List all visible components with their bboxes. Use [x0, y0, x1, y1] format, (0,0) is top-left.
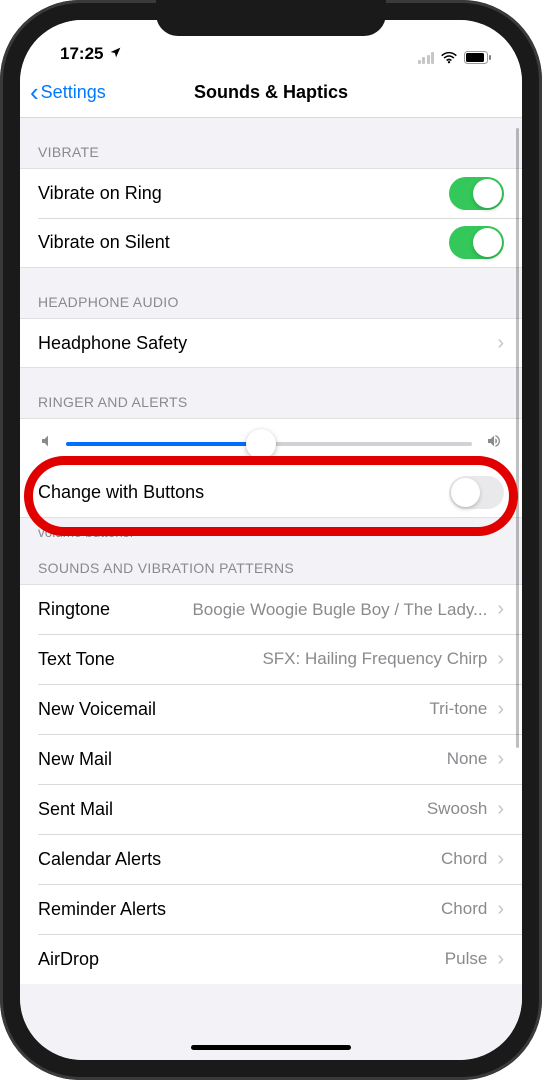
- reminder-alerts-label: Reminder Alerts: [38, 899, 166, 920]
- chevron-right-icon: ›: [497, 748, 504, 771]
- row-text-tone[interactable]: Text Tone SFX: Hailing Frequency Chirp ›: [20, 634, 522, 684]
- headphone-safety-label: Headphone Safety: [38, 333, 187, 354]
- speaker-high-icon: [484, 433, 504, 454]
- change-with-buttons-label: Change with Buttons: [38, 482, 204, 503]
- row-sent-mail[interactable]: Sent Mail Swoosh ›: [20, 784, 522, 834]
- vibrate-ring-label: Vibrate on Ring: [38, 183, 162, 204]
- page-title: Sounds & Haptics: [194, 82, 348, 103]
- row-vibrate-on-silent[interactable]: Vibrate on Silent: [20, 218, 522, 268]
- new-voicemail-value: Tri-tone: [156, 699, 487, 719]
- nav-header: ‹ Settings Sounds & Haptics: [20, 68, 522, 118]
- section-header-ringer: RINGER AND ALERTS: [20, 368, 522, 418]
- ringer-footer-note: volume buttons.: [20, 518, 522, 542]
- chevron-right-icon: ›: [497, 698, 504, 721]
- volume-slider[interactable]: [66, 442, 472, 446]
- row-new-mail[interactable]: New Mail None ›: [20, 734, 522, 784]
- chevron-right-icon: ›: [497, 798, 504, 821]
- notch: [156, 0, 386, 36]
- row-headphone-safety[interactable]: Headphone Safety ›: [20, 318, 522, 368]
- volume-slider-thumb[interactable]: [246, 429, 276, 459]
- airdrop-value: Pulse: [99, 949, 487, 969]
- cellular-signal-icon: [418, 52, 435, 64]
- calendar-alerts-label: Calendar Alerts: [38, 849, 161, 870]
- section-header-patterns: SOUNDS AND VIBRATION PATTERNS: [20, 542, 522, 584]
- row-change-with-buttons[interactable]: Change with Buttons: [20, 468, 522, 518]
- vibrate-ring-toggle[interactable]: [449, 177, 504, 210]
- speaker-low-icon: [38, 433, 54, 454]
- airdrop-label: AirDrop: [38, 949, 99, 970]
- status-time: 17:25: [60, 44, 103, 64]
- chevron-left-icon: ‹: [30, 79, 39, 105]
- chevron-right-icon: ›: [497, 898, 504, 921]
- vibrate-silent-toggle[interactable]: [449, 226, 504, 259]
- ringtone-label: Ringtone: [38, 599, 110, 620]
- battery-icon: [464, 51, 492, 64]
- chevron-right-icon: ›: [497, 598, 504, 621]
- screen: 17:25 ‹ Settings Sounds & Hapti: [20, 20, 522, 1060]
- ringtone-value: Boogie Woogie Bugle Boy / The Lady...: [110, 600, 487, 620]
- new-voicemail-label: New Voicemail: [38, 699, 156, 720]
- sent-mail-value: Swoosh: [113, 799, 487, 819]
- back-label: Settings: [41, 82, 106, 103]
- chevron-right-icon: ›: [497, 648, 504, 671]
- row-ringtone[interactable]: Ringtone Boogie Woogie Bugle Boy / The L…: [20, 584, 522, 634]
- chevron-right-icon: ›: [497, 848, 504, 871]
- new-mail-label: New Mail: [38, 749, 112, 770]
- row-calendar-alerts[interactable]: Calendar Alerts Chord ›: [20, 834, 522, 884]
- row-new-voicemail[interactable]: New Voicemail Tri-tone ›: [20, 684, 522, 734]
- settings-content[interactable]: VIBRATE Vibrate on Ring Vibrate on Silen…: [20, 118, 522, 1060]
- new-mail-value: None: [112, 749, 487, 769]
- sent-mail-label: Sent Mail: [38, 799, 113, 820]
- home-indicator[interactable]: [191, 1045, 351, 1050]
- row-vibrate-on-ring[interactable]: Vibrate on Ring: [20, 168, 522, 218]
- phone-frame: 17:25 ‹ Settings Sounds & Hapti: [0, 0, 542, 1080]
- text-tone-label: Text Tone: [38, 649, 115, 670]
- row-airdrop[interactable]: AirDrop Pulse ›: [20, 934, 522, 984]
- vibrate-silent-label: Vibrate on Silent: [38, 232, 170, 253]
- row-volume-slider[interactable]: [20, 418, 522, 468]
- row-reminder-alerts[interactable]: Reminder Alerts Chord ›: [20, 884, 522, 934]
- scrollbar-indicator: [516, 128, 519, 748]
- back-button[interactable]: ‹ Settings: [20, 81, 106, 105]
- location-icon: [109, 46, 122, 62]
- chevron-right-icon: ›: [497, 948, 504, 971]
- section-header-headphone: HEADPHONE AUDIO: [20, 268, 522, 318]
- change-with-buttons-toggle[interactable]: [449, 476, 504, 509]
- wifi-icon: [440, 51, 458, 64]
- chevron-right-icon: ›: [497, 332, 504, 355]
- reminder-alerts-value: Chord: [166, 899, 487, 919]
- calendar-alerts-value: Chord: [161, 849, 487, 869]
- text-tone-value: SFX: Hailing Frequency Chirp: [115, 649, 488, 669]
- section-header-vibrate: VIBRATE: [20, 118, 522, 168]
